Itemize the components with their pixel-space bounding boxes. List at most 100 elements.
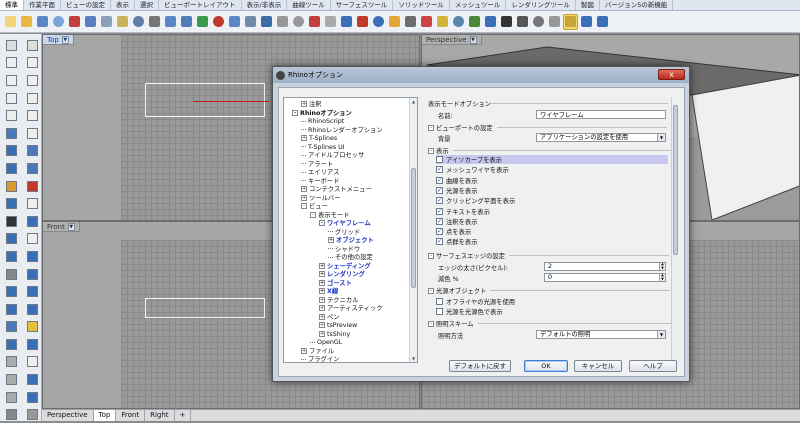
ribbon-tab[interactable]: 曲線ツール [287,0,331,10]
toolbar-button[interactable] [419,14,434,30]
ribbon-tab[interactable]: 表示 [111,0,135,10]
ribbon-tab[interactable]: バージョン5の新機能 [600,0,674,10]
expand-icon[interactable]: + [319,279,325,286]
tool-button[interactable] [22,72,42,89]
expand-icon[interactable]: + [301,135,307,141]
tool-button[interactable] [1,266,21,283]
tool-button[interactable] [22,37,42,54]
background-select[interactable]: アプリケーションの設定を使用 ▼ [536,133,666,142]
scroll-thumb[interactable] [411,168,416,288]
tool-button[interactable] [22,160,42,177]
collapse-icon[interactable]: - [301,203,307,209]
toolbar-button[interactable] [547,14,562,30]
tool-button[interactable] [1,371,21,388]
tool-button[interactable] [22,371,42,388]
viewport-tab[interactable]: Top [93,410,117,421]
viewport-tab[interactable]: Right [145,410,175,421]
ribbon-tab[interactable]: サーフェスツール [331,0,394,10]
collapse-icon[interactable]: - [310,211,316,218]
checkbox[interactable]: ✓ [436,207,443,215]
tool-button[interactable] [1,55,21,72]
tool-button[interactable] [22,389,42,406]
checkbox[interactable]: ✓ [436,217,443,225]
tool-button[interactable] [22,195,42,212]
tool-button[interactable] [22,178,42,195]
section-surface-edges[interactable]: - サーフェスエッジの設定 [428,251,669,260]
ribbon-tab[interactable]: 製図 [576,0,600,10]
toolbar-button[interactable] [51,14,66,30]
toolbar-button[interactable] [131,14,146,30]
viewport-label-top[interactable]: Top ▼ [43,35,74,45]
tool-button[interactable] [1,37,21,54]
ok-button[interactable]: OK [524,360,568,372]
ribbon-tab[interactable]: レンダリングツール [506,0,576,10]
ribbon-tab[interactable]: 標準 [0,0,24,10]
toolbar-button[interactable] [355,14,370,30]
tool-button[interactable] [22,107,42,124]
toolbar-button[interactable] [19,14,34,30]
tool-button[interactable] [1,354,21,371]
tool-button[interactable] [22,336,42,353]
ribbon-tab[interactable]: メッシュツール [450,0,507,10]
ribbon-tab[interactable]: ビューポートレイアウト [159,0,242,10]
help-button[interactable]: ヘルプ [629,360,677,372]
tool-button[interactable] [1,389,21,406]
toolbar-button[interactable] [227,14,242,30]
toolbar-button[interactable] [291,14,306,30]
ribbon-tab[interactable]: 表示/非表示 [242,0,288,10]
tool-button[interactable] [1,143,21,160]
checkbox[interactable]: ✓ [436,197,443,205]
expand-icon[interactable]: + [319,288,325,294]
ribbon-tab[interactable]: 選択 [135,0,159,10]
toolbar-button[interactable] [35,14,50,30]
viewport-label-front[interactable]: Front ▼ [43,222,80,232]
chevron-down-icon[interactable]: ▼ [67,222,75,231]
toolbar-button[interactable] [595,14,610,30]
checkbox[interactable] [436,308,443,316]
checkbox-row[interactable]: 光源を光源色で表示 [436,307,503,316]
tool-button[interactable] [22,301,42,318]
toolbar-button[interactable] [307,14,322,30]
add-viewport-tab-button[interactable]: + [175,410,192,421]
section-viewport[interactable]: - ビューポートの設定 [428,123,667,132]
checkbox[interactable]: ✓ [436,186,443,194]
lighting-select[interactable]: デフォルトの照明 ▼ [536,330,666,339]
expand-icon[interactable]: + [319,330,325,337]
toolbar-button[interactable] [371,14,386,30]
checkbox-row[interactable]: ✓ 点群を表示 [436,237,477,246]
tool-button[interactable] [1,195,21,212]
tool-button[interactable] [22,213,42,230]
checkbox[interactable]: ✓ [436,176,443,184]
section-display[interactable]: - 表示 [428,146,675,155]
toolbar-button[interactable] [579,14,594,30]
toolbar-button[interactable] [531,14,546,30]
chevron-down-icon[interactable]: ▼ [469,35,477,44]
fade-field[interactable]: 0 ▲ ▼ [544,273,666,282]
ribbon-tab[interactable]: 作業平面 [24,0,61,10]
toolbar-button[interactable] [483,14,498,30]
toolbar-button[interactable] [83,14,98,30]
toolbar-button[interactable] [515,14,530,30]
toolbar-button[interactable] [147,14,162,30]
toolbar-button[interactable] [163,14,178,30]
expand-icon[interactable]: + [301,101,307,107]
checkbox-row[interactable]: ✓ メッシュワイヤを表示 [436,165,509,174]
tool-button[interactable] [1,90,21,107]
chevron-down-icon[interactable]: ▼ [657,331,665,338]
toolbar-button[interactable] [275,14,290,30]
toolbar-button[interactable] [259,14,274,30]
checkbox[interactable]: ✓ [436,166,443,174]
toolbar-button[interactable] [563,13,578,30]
toolbar-button[interactable] [99,14,114,30]
toolbar-button[interactable] [179,14,194,30]
spin-icon[interactable]: ▲ ▼ [659,274,665,281]
checkbox[interactable]: ✓ [436,238,443,246]
toolbar-button[interactable] [211,14,226,30]
expand-icon[interactable]: + [319,322,325,328]
checkbox[interactable] [436,298,443,305]
scroll-thumb[interactable] [673,105,678,255]
expand-icon[interactable]: + [301,347,307,354]
toolbar-button[interactable] [195,14,210,30]
expand-icon[interactable]: + [319,305,325,311]
tool-button[interactable] [22,354,42,371]
